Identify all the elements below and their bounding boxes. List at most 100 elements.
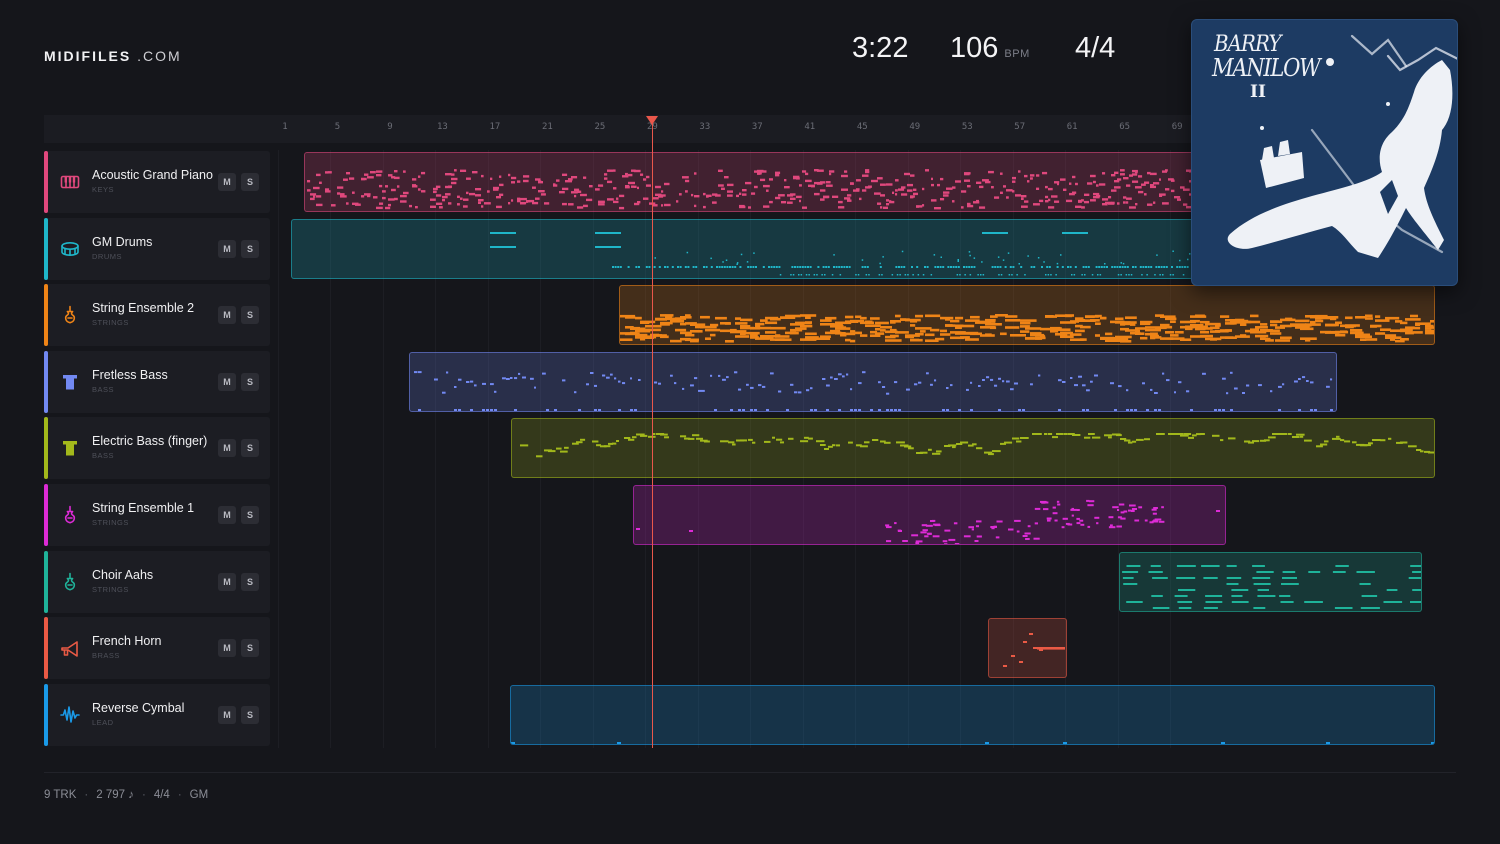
footer-standard: GM <box>189 789 209 801</box>
solo-button[interactable]: S <box>241 639 259 658</box>
track-header[interactable]: French Horn BRASS M S <box>44 617 270 680</box>
ruler-tick-label: 25 <box>594 122 606 132</box>
solo-button[interactable]: S <box>241 173 259 191</box>
time-value: 3:22 <box>852 32 909 64</box>
midi-clip[interactable] <box>619 285 1435 346</box>
ruler-tick-label: 49 <box>909 122 921 132</box>
clip-notes <box>307 169 1199 210</box>
ruler-tick-label: 17 <box>489 122 501 132</box>
brand-name: MIDIFILES <box>44 48 132 64</box>
mute-button[interactable]: M <box>218 239 236 258</box>
midi-clip[interactable] <box>291 218 1200 279</box>
violin-icon <box>60 572 80 592</box>
midi-clip[interactable] <box>633 485 1226 545</box>
track-category: KEYS <box>92 185 115 194</box>
track-category: BRASS <box>92 651 120 661</box>
track-header[interactable]: GM Drums DRUMS M S <box>44 217 270 280</box>
solo-button[interactable]: S <box>241 705 259 724</box>
clip-notes <box>1122 564 1421 609</box>
ruler-tick-label: 1 <box>282 122 288 132</box>
ruler-tick-label: 53 <box>961 122 973 132</box>
brand-logo: MIDIFILES .COM <box>44 48 182 64</box>
playhead[interactable] <box>652 121 654 748</box>
ruler-tick-label: 21 <box>541 122 553 132</box>
track-color-bar <box>44 417 48 480</box>
track-header[interactable]: Choir Aahs STRINGS M S <box>44 550 270 613</box>
album-cover: BARRY MANILOW II <box>1191 19 1458 286</box>
mute-button[interactable]: M <box>218 372 236 391</box>
mute-button[interactable]: M <box>218 306 236 325</box>
mute-button[interactable]: M <box>218 439 236 458</box>
footer-summary: 9 TRK · 2 797 ♪ · 4/4 · GM <box>44 789 208 801</box>
violin-icon <box>60 305 80 325</box>
horn-icon <box>60 638 80 658</box>
track-category: STRINGS <box>92 584 129 594</box>
clip-notes <box>520 433 1434 458</box>
track-header[interactable]: Fretless Bass BASS M S <box>44 350 270 413</box>
track-color-bar <box>44 550 48 613</box>
footer-separator: · <box>177 789 182 801</box>
solo-button[interactable]: S <box>241 372 259 391</box>
mute-button[interactable]: M <box>218 572 236 591</box>
meter-value: 4/4 <box>1075 32 1116 64</box>
solo-button[interactable]: S <box>241 506 259 524</box>
track-header[interactable]: Reverse Cymbal LEAD M S <box>44 683 270 746</box>
track-name-acoustic-grand-piano: Acoustic Grand Piano <box>92 168 213 182</box>
solo-button[interactable]: S <box>241 572 259 591</box>
midi-clip[interactable] <box>988 618 1067 679</box>
track-name-choir-aahs: Choir Aahs <box>92 567 154 582</box>
solo-button[interactable]: S <box>241 439 259 458</box>
clip-notes <box>490 231 1198 276</box>
midi-clip[interactable] <box>1119 551 1422 612</box>
track-color-bar <box>44 151 48 213</box>
brand-tld: .COM <box>137 48 182 64</box>
ruler-tick-label: 13 <box>437 122 448 132</box>
bass-icon <box>60 372 80 392</box>
track-color-bar <box>44 217 48 280</box>
album-artist-line2: MANILOW <box>1212 54 1321 82</box>
midi-clip[interactable] <box>511 418 1435 479</box>
clip-notes <box>414 370 1333 411</box>
ruler-tick-label: 5 <box>334 122 341 132</box>
bass-icon <box>60 438 80 458</box>
clip-notes <box>636 499 1220 544</box>
track-category: STRINGS <box>92 318 129 328</box>
track-name-string-ensemble-2: String Ensemble 2 <box>92 301 195 316</box>
track-color-bar <box>44 284 48 347</box>
midi-clip[interactable] <box>409 351 1337 412</box>
track-header[interactable]: Electric Bass (finger) BASS M S <box>44 417 270 480</box>
track-header[interactable]: Acoustic Grand Piano KEYS M S <box>44 151 270 213</box>
footer-separator: · <box>84 789 89 801</box>
footer-divider <box>44 772 1456 773</box>
solo-button[interactable]: S <box>241 239 259 258</box>
track-category: DRUMS <box>92 251 122 261</box>
mute-button[interactable]: M <box>218 506 236 524</box>
midi-clip[interactable] <box>304 152 1200 212</box>
time-display: 3:22 <box>852 32 908 65</box>
solo-button[interactable]: S <box>241 306 259 325</box>
meter-display: 4/4 <box>1075 32 1115 65</box>
track-name-reverse-cymbal: Reverse Cymbal <box>92 700 185 715</box>
track-category: LEAD <box>92 717 114 727</box>
footer-note-count: 2 797 ♪ <box>96 789 134 801</box>
piano-icon <box>60 172 80 192</box>
clip-notes <box>620 314 1434 343</box>
ruler-tick-label: 61 <box>1066 122 1078 132</box>
track-category: BASS <box>92 451 115 461</box>
violin-icon <box>60 505 80 525</box>
grid-line <box>278 150 279 748</box>
midi-clip[interactable] <box>510 684 1435 745</box>
album-volume: II <box>1250 82 1266 102</box>
track-color-bar <box>44 484 48 546</box>
mute-button[interactable]: M <box>218 173 236 191</box>
clip-notes <box>1003 633 1065 668</box>
mute-button[interactable]: M <box>218 705 236 724</box>
track-header[interactable]: String Ensemble 2 STRINGS M S <box>44 284 270 347</box>
clip-notes <box>511 741 1434 744</box>
ruler-tick-label: 65 <box>1119 122 1131 132</box>
track-header[interactable]: String Ensemble 1 STRINGS M S <box>44 484 270 546</box>
mute-button[interactable]: M <box>218 639 236 658</box>
track-name-fretless-bass: Fretless Bass <box>92 367 168 382</box>
track-name-french-horn: French Horn <box>92 634 162 649</box>
waveform-icon <box>60 705 80 725</box>
